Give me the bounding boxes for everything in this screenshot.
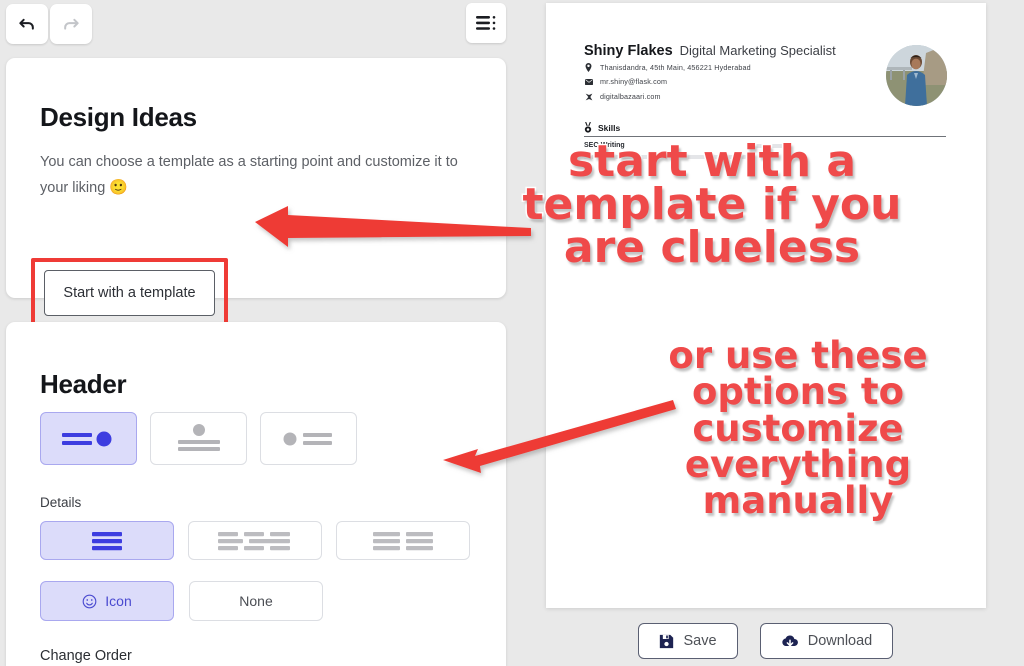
editor-toolbar <box>0 0 512 48</box>
download-button-label: Download <box>807 633 873 649</box>
icon-toggle-option-icon[interactable]: Icon <box>40 581 174 621</box>
resume-skills-title: Skills <box>598 122 621 133</box>
details-options <box>40 521 470 560</box>
profile-photo <box>886 45 947 106</box>
three-column-icon <box>218 531 290 550</box>
resume-skill-item: SEO Writing <box>584 142 625 149</box>
envelope-icon <box>584 77 593 86</box>
design-ideas-description: You can choose a template as a starting … <box>40 150 465 201</box>
single-column-icon <box>92 531 122 550</box>
header-style-option-dot-top-centered-lines[interactable] <box>150 412 247 465</box>
design-ideas-title: Design Ideas <box>40 102 197 132</box>
undo-icon <box>19 18 34 30</box>
resume-skills-divider <box>584 136 946 138</box>
details-option-two-column[interactable] <box>336 521 470 560</box>
icon-toggle-label-icon: Icon <box>105 593 132 609</box>
header-style-option-lines-left-dot-right[interactable] <box>40 412 137 465</box>
resume-contact-email-text: mr.shiny@flask.com <box>600 77 668 86</box>
resume-preview-sheet[interactable]: Shiny Flakes Digital Marketing Specialis… <box>546 3 986 608</box>
location-pin-icon <box>584 63 593 72</box>
change-order-label: Change Order <box>40 648 132 664</box>
header-style-options <box>40 412 357 465</box>
skill-text-placeholder-2 <box>686 155 746 159</box>
list-menu-icon <box>476 16 496 30</box>
details-option-three-column[interactable] <box>188 521 322 560</box>
icon-toggle-option-none[interactable]: None <box>189 581 323 621</box>
dot-top-centered-lines-icon <box>177 423 220 451</box>
skill-text-placeholder-1 <box>584 155 674 159</box>
menu-button[interactable] <box>466 3 506 43</box>
floppy-disk-icon <box>660 634 674 648</box>
smiley-emoji: 🙂 <box>109 179 128 196</box>
details-option-single-column[interactable] <box>40 521 174 560</box>
design-ideas-description-text: You can choose a template as a starting … <box>40 154 458 196</box>
preview-column: Shiny Flakes Digital Marketing Specialis… <box>512 0 1024 666</box>
preview-action-buttons: Save Download <box>638 623 893 659</box>
skill-rating-placeholder <box>746 144 786 148</box>
icon-toggle-options: Icon None <box>40 581 323 621</box>
resume-contact-website-text: digitalbazaari.com <box>600 92 661 101</box>
download-button[interactable]: Download <box>760 623 893 659</box>
resume-role: Digital Marketing Specialist <box>679 43 836 58</box>
medal-icon <box>584 122 592 133</box>
cloud-download-icon <box>782 635 798 646</box>
header-panel-title: Header <box>40 369 127 399</box>
redo-button[interactable] <box>50 4 92 44</box>
resume-name: Shiny Flakes <box>584 43 673 59</box>
lines-left-dot-right-icon <box>61 431 111 446</box>
details-label: Details <box>40 495 82 510</box>
resume-contact-email: mr.shiny@flask.com <box>584 77 667 86</box>
undo-button[interactable] <box>6 4 48 44</box>
app-root: Design Ideas You can choose a template a… <box>0 0 1024 666</box>
smiley-icon <box>82 594 97 608</box>
header-style-option-dot-left-lines-right[interactable] <box>260 412 357 465</box>
design-ideas-card: Design Ideas You can choose a template a… <box>6 58 506 328</box>
redo-icon <box>64 18 79 30</box>
resume-contact-location-text: Thanisdandra, 45th Main, 456221 Hyderaba… <box>600 63 751 72</box>
resume-name-line: Shiny Flakes Digital Marketing Specialis… <box>584 43 836 59</box>
start-with-template-button[interactable]: Start with a template <box>44 270 215 316</box>
save-button[interactable]: Save <box>638 623 738 659</box>
avatar <box>886 45 947 106</box>
resume-contact-location: Thanisdandra, 45th Main, 456221 Hyderaba… <box>584 63 751 72</box>
icon-toggle-label-none: None <box>239 593 273 609</box>
resume-contact-website: digitalbazaari.com <box>584 92 661 101</box>
editor-column: Design Ideas You can choose a template a… <box>0 0 512 666</box>
resume-skills-heading: Skills <box>584 122 620 133</box>
dot-left-lines-right-icon <box>283 432 332 445</box>
two-column-icon <box>373 531 433 550</box>
save-button-label: Save <box>683 633 717 649</box>
link-icon <box>584 92 593 101</box>
